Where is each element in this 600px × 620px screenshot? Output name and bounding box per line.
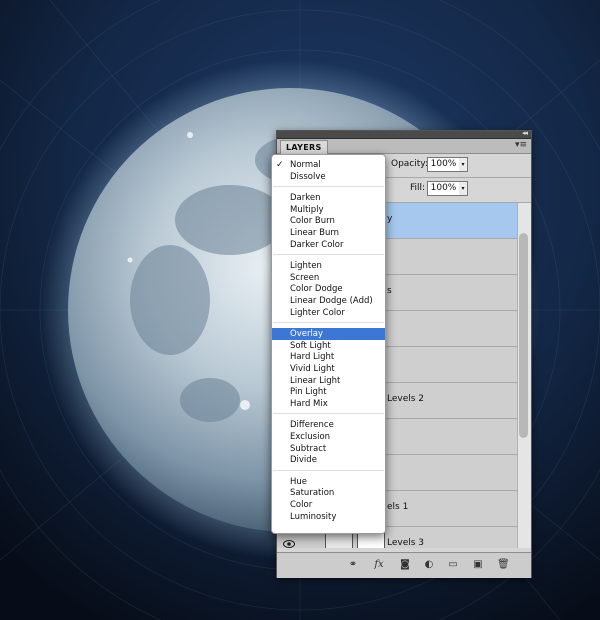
menu-item-multiply[interactable]: Multiply [272,204,385,216]
link-icon[interactable]: ⚭ [347,559,359,571]
layer-name: s [387,286,392,296]
fill-label: Fill: [410,183,426,193]
menu-item-label: Saturation [290,488,335,499]
layer-name: Levels 2 [387,394,425,404]
menu-item-subtract[interactable]: Subtract [272,443,385,455]
blend-mode-dropdown: ✓ Normal Dissolve Darken Multiply Color Burn L… [271,154,386,534]
menu-item-color-dodge[interactable]: Color Dodge [272,283,385,295]
opacity-dropdown-arrow-icon[interactable]: ▾ [459,157,468,172]
menu-item-exclusion[interactable]: Exclusion [272,431,385,443]
visibility-eye-icon[interactable] [283,539,295,548]
menu-item-label: Difference [290,420,334,431]
folder-icon[interactable]: ▭ [447,559,459,571]
menu-item-hard-light[interactable]: Hard Light [272,351,385,363]
menu-item-label: Color Burn [290,216,335,227]
panel-titlebar[interactable]: ◂◂ [277,129,531,139]
menu-separator [273,254,384,256]
new-layer-icon[interactable]: ▣ [472,559,484,571]
fx-icon[interactable]: fx [373,559,385,571]
menu-item-screen[interactable]: Screen [272,272,385,284]
menu-separator [273,413,384,415]
menu-item-label: Luminosity [290,511,337,522]
menu-item-label: Pin Light [290,387,327,398]
menu-item-divide[interactable]: Divide [272,454,385,466]
menu-item-color[interactable]: Color [272,499,385,511]
menu-item-normal[interactable]: ✓ Normal [272,159,385,171]
menu-item-label: Lighter Color [290,307,345,318]
menu-item-label: Subtract [290,443,327,454]
menu-item-vivid-light[interactable]: Vivid Light [272,363,385,375]
fill-dropdown-arrow-icon[interactable]: ▾ [459,181,468,196]
menu-item-label: Lighten [290,261,322,272]
menu-item-label: Hard Light [290,352,335,363]
menu-separator [273,469,384,471]
menu-item-label: Hue [290,476,308,487]
menu-item-hue[interactable]: Hue [272,476,385,488]
menu-item-label: Linear Dodge (Add) [290,296,373,306]
menu-item-overlay[interactable]: Overlay [272,328,385,341]
menu-item-label: Hard Mix [290,398,328,409]
tab-layers[interactable]: LAYERS [280,140,328,154]
menu-item-label: Exclusion [290,432,331,442]
menu-item-label: Dissolve [290,171,326,182]
menu-item-label: Soft Light [290,340,331,351]
menu-item-label: Darken [290,193,321,204]
checkmark-icon: ✓ [276,160,284,170]
menu-separator [273,322,384,324]
menu-item-label: Normal [290,160,321,170]
menu-item-label: Linear Light [290,375,341,386]
menu-item-darker-color[interactable]: Darker Color [272,239,385,251]
menu-item-linear-light[interactable]: Linear Light [272,375,385,387]
menu-item-difference[interactable]: Difference [272,419,385,431]
menu-item-color-burn[interactable]: Color Burn [272,215,385,227]
layer-name: els 1 [387,502,409,512]
menu-item-linear-dodge-add[interactable]: Linear Dodge (Add) [272,295,385,307]
menu-item-pin-light[interactable]: Pin Light [272,386,385,398]
menu-item-linear-burn[interactable]: Linear Burn [272,227,385,239]
layers-scrollbar-thumb[interactable] [519,233,528,438]
menu-item-darken[interactable]: Darken [272,192,385,204]
menu-item-label: Overlay [290,329,324,340]
menu-item-lighten[interactable]: Lighten [272,260,385,272]
menu-item-luminosity[interactable]: Luminosity [272,511,385,523]
layer-name: Levels 3 [387,538,425,548]
opacity-label: Opacity: [391,159,428,169]
menu-item-soft-light[interactable]: Soft Light [272,340,385,352]
menu-item-hard-mix[interactable]: Hard Mix [272,398,385,410]
trash-icon[interactable]: 🗑 [497,559,510,571]
menu-item-saturation[interactable]: Saturation [272,487,385,499]
collapse-arrows-icon[interactable]: ◂◂ [522,129,528,137]
layer-name: y [387,214,393,224]
menu-separator [273,186,384,188]
menu-item-label: Color [290,500,313,510]
mask-icon[interactable]: ◙ [399,559,411,571]
menu-item-label: Vivid Light [290,364,335,374]
menu-item-label: Multiply [290,204,324,215]
panel-menu-icon[interactable]: ▾≡ [515,140,527,150]
menu-item-label: Color Dodge [290,284,343,295]
panel-bottom-toolbar: ⚭ fx ◙ ◐ ▭ ▣ 🗑 [277,552,531,578]
menu-item-lighter-color[interactable]: Lighter Color [272,307,385,319]
opacity-input[interactable]: 100% [427,157,460,172]
menu-item-label: Linear Burn [290,228,340,238]
menu-item-label: Darker Color [290,239,344,250]
panel-tabbar: LAYERS ▾≡ [277,139,531,154]
fill-input[interactable]: 100% [427,181,460,196]
menu-item-dissolve[interactable]: Dissolve [272,171,385,183]
adjustment-icon[interactable]: ◐ [423,559,435,571]
menu-item-label: Divide [290,455,317,466]
menu-item-label: Screen [290,272,320,283]
